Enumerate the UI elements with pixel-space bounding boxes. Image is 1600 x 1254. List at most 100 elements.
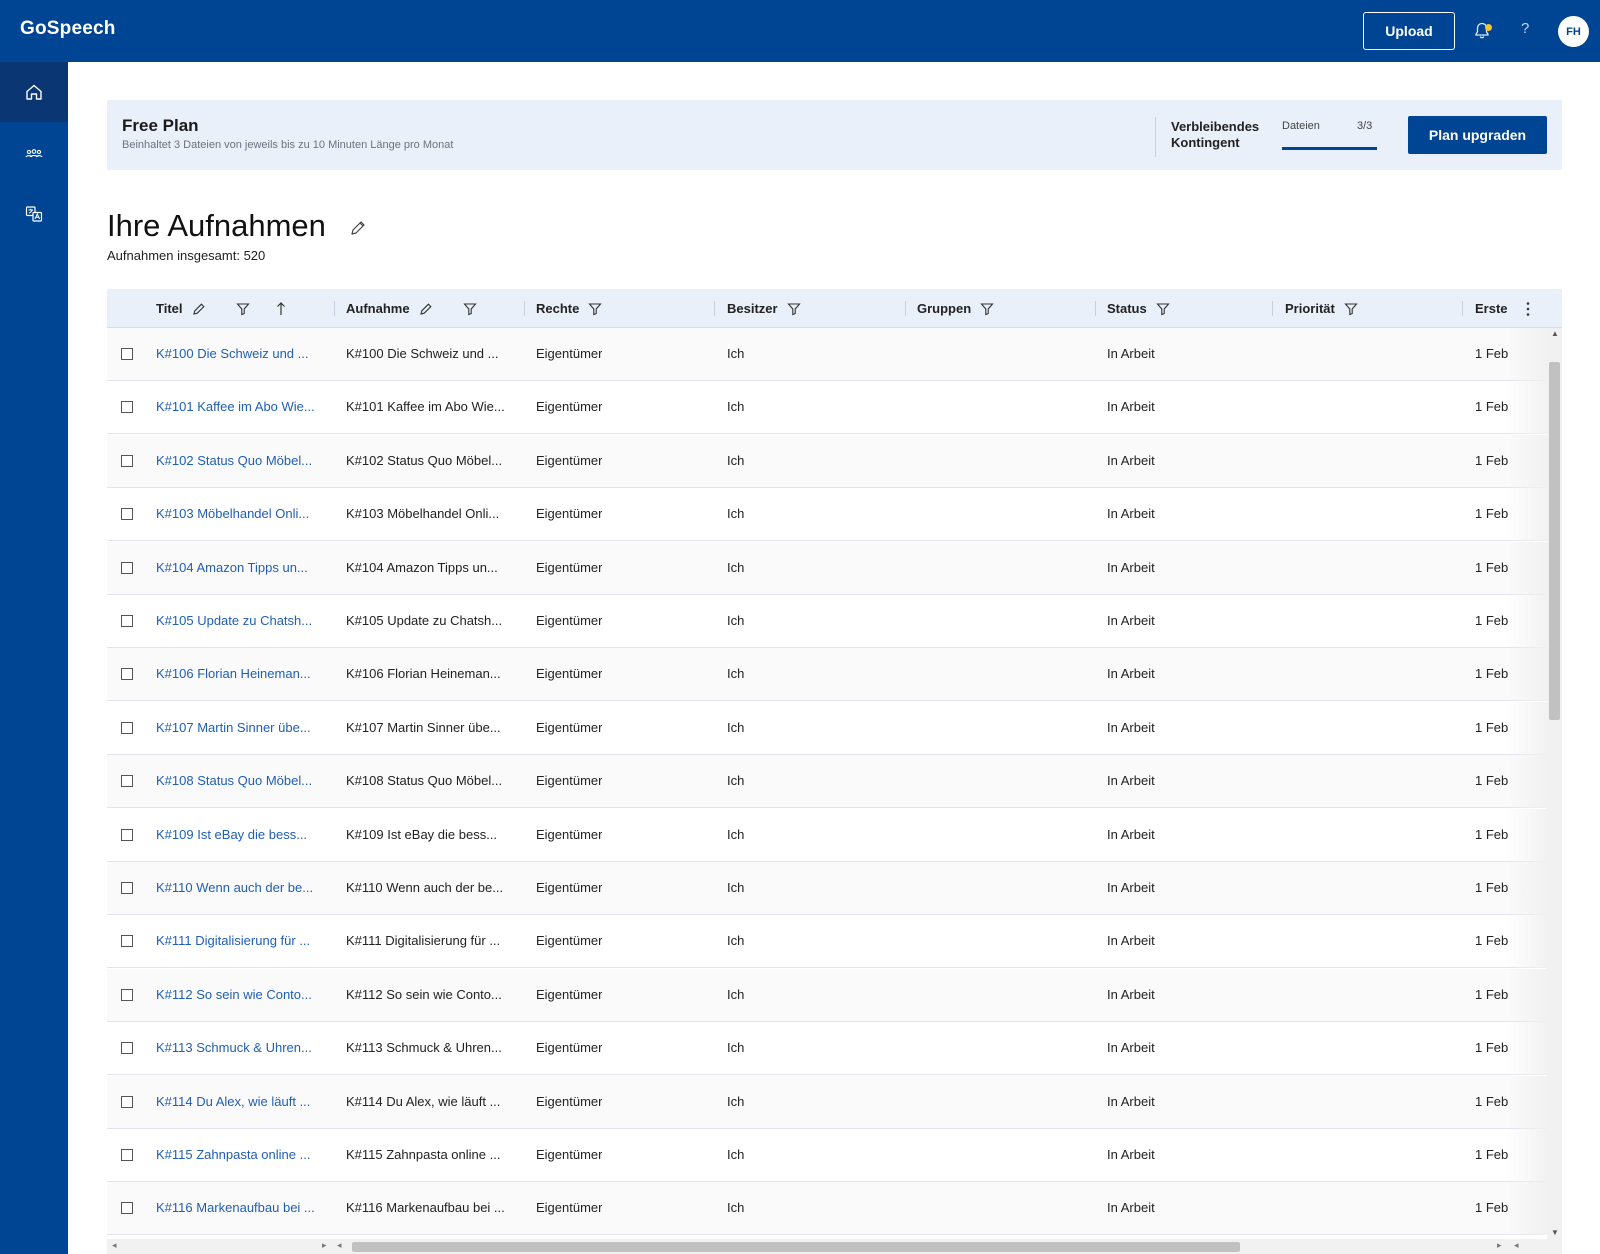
cell-created: 1 Feb [1475, 933, 1509, 949]
row-checkbox[interactable] [121, 454, 133, 467]
table-row[interactable]: K#108 Status Quo Möbel... K#108 Status Qu… [107, 755, 1547, 809]
column-separator[interactable] [714, 301, 715, 316]
row-checkbox[interactable] [121, 615, 133, 627]
table-row[interactable]: K#113 Schmuck & Uhren... K#113 Schmuck & … [107, 1022, 1547, 1076]
horizontal-scroll-thumb[interactable] [352, 1242, 1240, 1252]
cell-title[interactable]: K#105 Update zu Chatsh... [156, 613, 312, 628]
scroll-left-icon[interactable]: ◂ [112, 1240, 117, 1251]
cell-title[interactable]: K#102 Status Quo Möbel... [156, 453, 312, 468]
row-checkbox[interactable] [121, 1202, 133, 1215]
table-row[interactable]: K#109 Ist eBay die bess... K#109 Ist eBay… [107, 808, 1547, 862]
column-header-rights[interactable]: Rechte [536, 289, 603, 328]
scroll-down-icon[interactable]: ▼ [1551, 1228, 1559, 1237]
brand-logo[interactable]: GoSpeech [20, 18, 116, 40]
table-row[interactable]: K#116 Markenaufbau bei ... K#116 Markenau… [107, 1182, 1547, 1236]
scroll-left-icon[interactable]: ◂ [1514, 1240, 1519, 1251]
cell-title[interactable]: K#111 Digitalisierung für ... [156, 933, 310, 948]
column-header-recording[interactable]: Aufnahme [346, 289, 478, 328]
filter-icon[interactable] [786, 301, 802, 317]
filter-icon[interactable] [1343, 301, 1359, 317]
table-row[interactable]: K#104 Amazon Tipps un... K#104 Amazon Tip… [107, 541, 1547, 595]
row-checkbox[interactable] [121, 828, 133, 841]
table-row[interactable]: K#114 Du Alex, wie läuft ... K#114 Du Ale… [107, 1075, 1547, 1129]
cell-title[interactable]: K#101 Kaffee im Abo Wie... [156, 399, 315, 414]
cell-title[interactable]: K#104 Amazon Tipps un... [156, 560, 308, 575]
sidebar-item-translate[interactable] [0, 184, 68, 244]
cell-title[interactable]: K#113 Schmuck & Uhren... [156, 1040, 312, 1055]
row-checkbox[interactable] [121, 1095, 133, 1108]
cell-created: 1 Feb [1475, 506, 1509, 522]
filter-icon[interactable] [587, 301, 603, 317]
row-checkbox[interactable] [121, 775, 133, 788]
edit-icon[interactable] [418, 301, 434, 317]
column-header-title[interactable]: Titel [156, 289, 289, 328]
more-vertical-icon[interactable] [1520, 300, 1536, 318]
row-checkbox[interactable] [121, 508, 133, 521]
cell-title[interactable]: K#108 Status Quo Möbel... [156, 773, 312, 788]
table-row[interactable]: K#111 Digitalisierung für ... K#111 Digit… [107, 915, 1547, 969]
column-header-created[interactable]: Erste [1475, 289, 1511, 328]
avatar[interactable]: FH [1558, 16, 1589, 47]
upload-button[interactable]: Upload [1363, 12, 1455, 50]
row-checkbox[interactable] [121, 935, 133, 948]
vertical-scrollbar[interactable]: ▲ ▼ [1547, 328, 1562, 1240]
column-separator[interactable] [334, 301, 335, 316]
cell-title[interactable]: K#107 Martin Sinner übe... [156, 720, 311, 735]
table-row[interactable]: K#103 Möbelhandel Onli... K#103 Möbelhand… [107, 488, 1547, 542]
row-checkbox[interactable] [121, 988, 133, 1001]
horizontal-scrollbar[interactable]: ◂ ▸ ◂ ▸ ◂ [107, 1239, 1562, 1254]
cell-title[interactable]: K#112 So sein wie Conto... [156, 987, 312, 1002]
edit-icon[interactable] [348, 218, 368, 238]
help-icon[interactable]: ? [1521, 20, 1529, 37]
filter-icon[interactable] [235, 301, 251, 317]
scroll-up-icon[interactable]: ▲ [1551, 329, 1559, 338]
column-separator[interactable] [524, 301, 525, 316]
cell-title[interactable]: K#110 Wenn auch der be... [156, 880, 313, 895]
cell-title[interactable]: K#115 Zahnpasta online ... [156, 1147, 310, 1162]
cell-title[interactable]: K#109 Ist eBay die bess... [156, 827, 307, 842]
column-header-owner[interactable]: Besitzer [727, 289, 802, 328]
row-checkbox[interactable] [121, 721, 133, 734]
row-checkbox[interactable] [121, 561, 133, 574]
filter-icon[interactable] [979, 301, 995, 317]
sort-ascending-icon[interactable] [273, 301, 289, 317]
filter-icon[interactable] [1155, 301, 1171, 317]
cell-title[interactable]: K#114 Du Alex, wie läuft ... [156, 1094, 310, 1109]
row-checkbox[interactable] [121, 348, 133, 360]
cell-title[interactable]: K#100 Die Schweiz und ... [156, 346, 308, 361]
table-row[interactable]: K#105 Update zu Chatsh... K#105 Update zu… [107, 595, 1547, 648]
row-checkbox[interactable] [121, 1042, 133, 1055]
row-overflow-fade [1507, 808, 1547, 862]
table-row[interactable]: K#100 Die Schweiz und ... K#100 Die Schwe… [107, 328, 1547, 381]
cell-title[interactable]: K#106 Florian Heineman... [156, 666, 311, 681]
column-separator[interactable] [1462, 301, 1463, 316]
table-row[interactable]: K#112 So sein wie Conto... K#112 So sein … [107, 968, 1547, 1022]
scroll-left-icon[interactable]: ◂ [337, 1240, 342, 1251]
row-checkbox[interactable] [121, 1149, 133, 1161]
row-checkbox[interactable] [121, 668, 133, 681]
column-separator[interactable] [1272, 301, 1273, 316]
scroll-right-icon[interactable]: ▸ [322, 1240, 327, 1251]
filter-icon[interactable] [462, 301, 478, 317]
table-row[interactable]: K#106 Florian Heineman... K#106 Florian H… [107, 648, 1547, 702]
column-header-groups[interactable]: Gruppen [917, 289, 995, 328]
sidebar-item-groups[interactable] [0, 124, 68, 184]
row-checkbox[interactable] [121, 401, 133, 414]
scroll-right-icon[interactable]: ▸ [1497, 1240, 1502, 1251]
cell-title[interactable]: K#116 Markenaufbau bei ... [156, 1200, 315, 1215]
sidebar-item-home[interactable] [0, 62, 68, 122]
edit-icon[interactable] [191, 301, 207, 317]
cell-title[interactable]: K#103 Möbelhandel Onli... [156, 506, 309, 521]
table-row[interactable]: K#102 Status Quo Möbel... K#102 Status Qu… [107, 434, 1547, 488]
column-header-priority[interactable]: Priorität [1285, 289, 1359, 328]
vertical-scroll-thumb[interactable] [1549, 362, 1560, 720]
table-row[interactable]: K#110 Wenn auch der be... K#110 Wenn auch… [107, 862, 1547, 915]
column-separator[interactable] [905, 301, 906, 316]
table-row[interactable]: K#107 Martin Sinner übe... K#107 Martin S… [107, 701, 1547, 755]
column-header-status[interactable]: Status [1107, 289, 1171, 328]
row-checkbox[interactable] [121, 882, 133, 894]
table-row[interactable]: K#115 Zahnpasta online ... K#115 Zahnpast… [107, 1129, 1547, 1182]
column-separator[interactable] [1095, 301, 1096, 316]
upgrade-plan-button[interactable]: Plan upgraden [1408, 116, 1547, 154]
table-row[interactable]: K#101 Kaffee im Abo Wie... K#101 Kaffee i… [107, 381, 1547, 435]
